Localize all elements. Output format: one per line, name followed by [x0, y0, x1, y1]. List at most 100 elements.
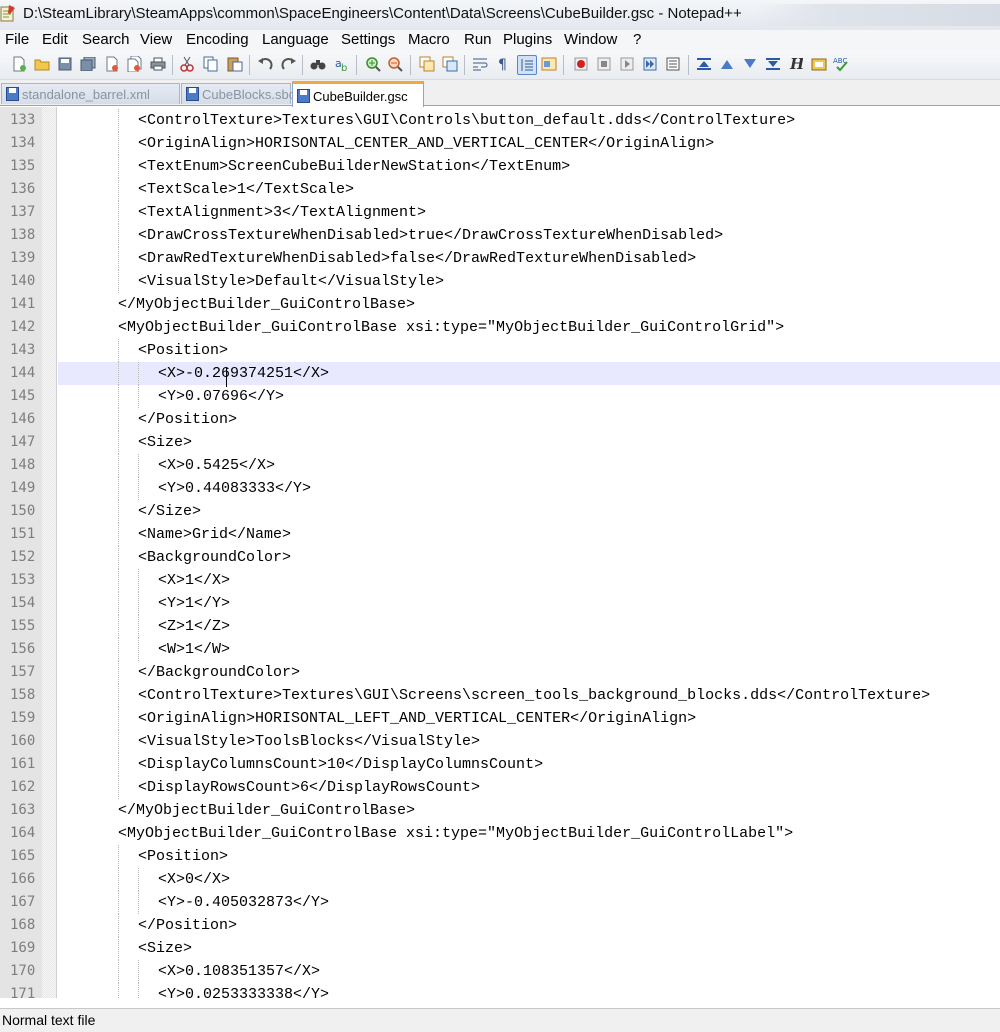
editor-line[interactable]: 151 <Name>Grid</Name> — [0, 523, 1000, 546]
editor-line[interactable]: 137 <TextAlignment>3</TextAlignment> — [0, 201, 1000, 224]
editor-line[interactable]: 144 <X>-0.269374251</X> — [0, 362, 1000, 385]
editor-line[interactable]: 154 <Y>1</Y> — [0, 592, 1000, 615]
menu-plugins[interactable]: Plugins — [503, 31, 552, 48]
editor-line[interactable]: 143 <Position> — [0, 339, 1000, 362]
editor-line[interactable]: 169 <Size> — [0, 937, 1000, 960]
save-all-icon[interactable] — [79, 55, 97, 73]
editor-line[interactable]: 164 <MyObjectBuilder_GuiControlBase xsi:t… — [0, 822, 1000, 845]
editor-line[interactable]: 145 <Y>0.07696</Y> — [0, 385, 1000, 408]
tab-cubeblocks-sbc[interactable]: CubeBlocks.sbc — [181, 83, 295, 104]
copy-icon[interactable] — [202, 55, 220, 73]
editor-line[interactable]: 134 <OriginAlign>HORISONTAL_CENTER_AND_VE… — [0, 132, 1000, 155]
stop-recording-icon[interactable] — [595, 55, 613, 73]
replace-icon[interactable]: ab — [333, 55, 351, 73]
editor-line[interactable]: 161 <DisplayColumnsCount>10</DisplayColum… — [0, 753, 1000, 776]
menu-run[interactable]: Run — [464, 31, 492, 48]
show-all-characters-icon[interactable]: ¶ — [494, 55, 512, 73]
editor-line[interactable]: 163 </MyObjectBuilder_GuiControlBase> — [0, 799, 1000, 822]
redo-icon[interactable] — [280, 55, 298, 73]
close-icon[interactable] — [103, 55, 121, 73]
close-all-icon[interactable] — [126, 55, 144, 73]
editor-line[interactable]: 159 <OriginAlign>HORISONTAL_LEFT_AND_VERT… — [0, 707, 1000, 730]
editor-line[interactable]: 140 <VisualStyle>Default</VisualStyle> — [0, 270, 1000, 293]
spell-check-icon[interactable]: ABC — [833, 55, 851, 73]
open-file-icon[interactable] — [33, 55, 51, 73]
menu-file[interactable]: File — [5, 31, 29, 48]
code-text: <Position> — [138, 342, 229, 359]
editor-line[interactable]: 135 <TextEnum>ScreenCubeBuilderNewStation… — [0, 155, 1000, 178]
document-map-icon[interactable] — [810, 55, 828, 73]
editor-line[interactable]: 156 <W>1</W> — [0, 638, 1000, 661]
editor-line[interactable]: 146 </Position> — [0, 408, 1000, 431]
editor-line[interactable]: 150 </Size> — [0, 500, 1000, 523]
editor-line[interactable]: 152 <BackgroundColor> — [0, 546, 1000, 569]
editor-line[interactable]: 149 <Y>0.44083333</Y> — [0, 477, 1000, 500]
zoom-out-icon[interactable] — [386, 55, 404, 73]
fold-all-icon[interactable] — [695, 55, 713, 73]
editor-line[interactable]: 157 </BackgroundColor> — [0, 661, 1000, 684]
menu-language[interactable]: Language — [262, 31, 329, 48]
editor-line[interactable]: 162 <DisplayRowsCount>6</DisplayRowsCount… — [0, 776, 1000, 799]
code-text: <MyObjectBuilder_GuiControlBase xsi:type… — [118, 825, 794, 842]
indent-guide — [118, 431, 119, 454]
user-defined-language-icon[interactable] — [540, 55, 558, 73]
editor-line[interactable]: 170 <X>0.108351357</X> — [0, 960, 1000, 983]
menu-encoding[interactable]: Encoding — [186, 31, 249, 48]
print-icon[interactable] — [149, 55, 167, 73]
toolbar-separator — [249, 55, 250, 75]
undo-icon[interactable] — [256, 55, 274, 73]
editor-line[interactable]: 171 <Y>0.0253333338</Y> — [0, 983, 1000, 998]
menu-macro[interactable]: Macro — [408, 31, 450, 48]
editor-line[interactable]: 141 </MyObjectBuilder_GuiControlBase> — [0, 293, 1000, 316]
menu-edit[interactable]: Edit — [42, 31, 68, 48]
new-file-icon[interactable] — [10, 55, 28, 73]
menu-settings[interactable]: Settings — [341, 31, 395, 48]
indent-guide — [118, 155, 119, 178]
editor-line[interactable]: 133 <ControlTexture>Textures\GUI\Controls… — [0, 109, 1000, 132]
tab-cubebuilder-gsc[interactable]: CubeBuilder.gsc — [292, 81, 424, 109]
save-icon[interactable] — [56, 55, 74, 73]
playback-macro-icon[interactable] — [618, 55, 636, 73]
menu-window[interactable]: Window — [564, 31, 617, 48]
code-text: <OriginAlign>HORISONTAL_CENTER_AND_VERTI… — [138, 135, 715, 152]
sync-horizontal-icon[interactable] — [441, 55, 459, 73]
menu-search[interactable]: Search — [82, 31, 130, 48]
editor-line[interactable]: 168 </Position> — [0, 914, 1000, 937]
text-editor[interactable]: 133 <ControlTexture>Textures\GUI\Controls… — [0, 107, 1000, 998]
toolbar-separator — [172, 55, 173, 75]
save-macro-icon[interactable] — [664, 55, 682, 73]
editor-line[interactable]: 155 <Z>1</Z> — [0, 615, 1000, 638]
indent-guide — [118, 408, 119, 431]
move-down-icon[interactable] — [741, 55, 759, 73]
editor-line[interactable]: 158 <ControlTexture>Textures\GUI\Screens\… — [0, 684, 1000, 707]
menu-help[interactable]: ? — [633, 31, 641, 48]
indent-guide-icon[interactable] — [517, 55, 537, 75]
menu-view[interactable]: View — [140, 31, 172, 48]
unfold-all-icon[interactable] — [764, 55, 782, 73]
code-text: <BackgroundColor> — [138, 549, 292, 566]
heading-icon[interactable]: H — [787, 55, 805, 73]
find-icon[interactable] — [309, 55, 327, 73]
editor-line[interactable]: 167 <Y>-0.405032873</Y> — [0, 891, 1000, 914]
editor-line[interactable]: 136 <TextScale>1</TextScale> — [0, 178, 1000, 201]
editor-line[interactable]: 142 <MyObjectBuilder_GuiControlBase xsi:t… — [0, 316, 1000, 339]
editor-line[interactable]: 165 <Position> — [0, 845, 1000, 868]
move-up-icon[interactable] — [718, 55, 736, 73]
line-number: 165 — [10, 848, 36, 864]
sync-vertical-icon[interactable] — [418, 55, 436, 73]
zoom-in-icon[interactable] — [364, 55, 382, 73]
paste-icon[interactable] — [226, 55, 244, 73]
editor-line[interactable]: 139 <DrawRedTextureWhenDisabled>false</Dr… — [0, 247, 1000, 270]
editor-line[interactable]: 138 <DrawCrossTextureWhenDisabled>true</D… — [0, 224, 1000, 247]
editor-line[interactable]: 147 <Size> — [0, 431, 1000, 454]
record-macro-icon[interactable] — [572, 55, 590, 73]
editor-line[interactable]: 148 <X>0.5425</X> — [0, 454, 1000, 477]
editor-line[interactable]: 160 <VisualStyle>ToolsBlocks</VisualStyle… — [0, 730, 1000, 753]
line-number: 156 — [10, 641, 36, 657]
tab-standalone-barrel-xml[interactable]: standalone_barrel.xml — [1, 83, 180, 104]
editor-line[interactable]: 166 <X>0</X> — [0, 868, 1000, 891]
run-macro-multiple-icon[interactable] — [641, 55, 659, 73]
editor-line[interactable]: 153 <X>1</X> — [0, 569, 1000, 592]
word-wrap-icon[interactable] — [471, 55, 489, 73]
cut-icon[interactable] — [178, 55, 196, 73]
